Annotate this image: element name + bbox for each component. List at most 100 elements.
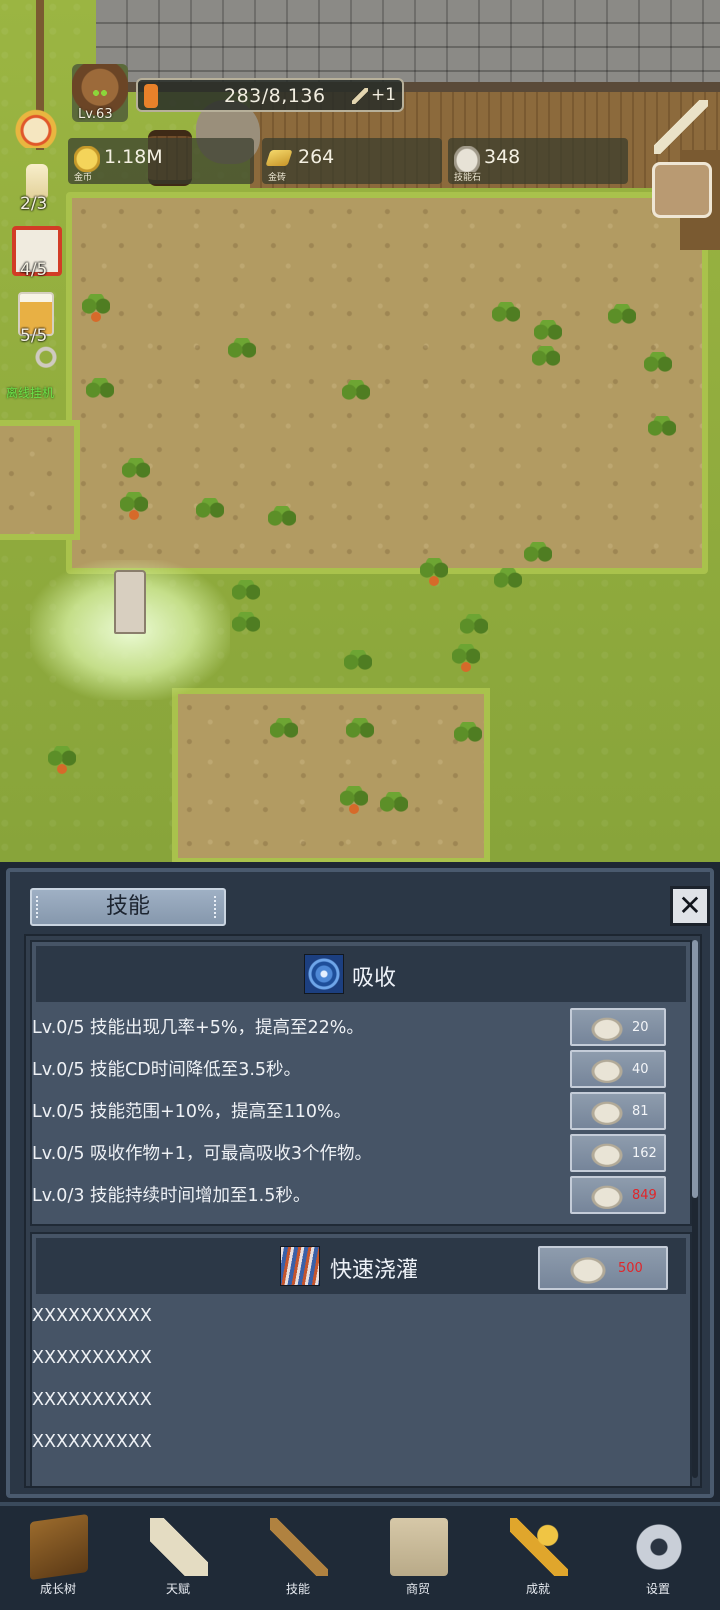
game-scene[interactable]: Lv.63 283/8,136 +1 1.18M 金币 264 金砖 348 技… — [0, 0, 720, 862]
skill-stone-icon — [588, 1141, 626, 1167]
crop-plant[interactable] — [228, 610, 264, 640]
nav-skill[interactable]: 技能 — [248, 1514, 348, 1606]
crop-plant[interactable] — [644, 414, 680, 444]
skill-stone-value: 348 — [484, 146, 521, 168]
bottom-nav: 成长树 天赋 技能 商贸 成就 设置 — [0, 1502, 720, 1610]
skill-card-absorb: 吸收 Lv.0/5 技能出现几率+5%，提高至22%。 20 Lv.0/5 技能… — [30, 940, 692, 1226]
beer-button[interactable]: 5/5 — [10, 290, 64, 346]
skill-stone-label: 技能石 — [454, 173, 482, 183]
nav-label: 设置 — [645, 1582, 670, 1596]
crop-plant[interactable] — [44, 744, 80, 774]
map-icon — [390, 1518, 448, 1576]
upgrade-description: XXXXXXXXXX — [32, 1432, 152, 1452]
upgrade-description: XXXXXXXXXX — [32, 1348, 152, 1368]
xp-bar-fill — [144, 84, 158, 108]
farm-field-left — [0, 420, 80, 540]
nav-achievement[interactable]: 成就 — [488, 1514, 588, 1606]
nav-growth-tree[interactable]: 成长树 — [8, 1513, 108, 1606]
nav-label: 商贸 — [405, 1582, 430, 1596]
treasure-chest-icon[interactable] — [652, 162, 712, 218]
crop-plant[interactable] — [456, 612, 492, 642]
crop-plant[interactable] — [450, 720, 486, 750]
crop-plant[interactable] — [224, 336, 260, 366]
water-stream-icon — [280, 1246, 320, 1286]
crop-plant[interactable] — [416, 556, 452, 586]
unlock-cost: 500 — [618, 1261, 643, 1276]
candle-icon — [26, 164, 48, 198]
upgrade-button[interactable]: 81 — [570, 1092, 666, 1130]
skill-panel: 技能 ✕ 吸收 Lv.0/5 技能出现几率+5%，提高至22%。 20 Lv.0… — [6, 868, 714, 1498]
beer-count: 5/5 — [20, 326, 48, 346]
crop-plant[interactable] — [266, 716, 302, 746]
scrollbar[interactable] — [692, 940, 698, 1478]
upgrade-button[interactable]: 20 — [570, 1008, 666, 1046]
upgrade-cost: 849 — [632, 1188, 657, 1203]
dice-button[interactable]: 4/5 — [10, 224, 64, 280]
panel-title: 技能 — [30, 888, 226, 926]
crop-plant[interactable] — [82, 376, 118, 406]
farm-field-lower[interactable] — [172, 688, 490, 862]
panel-header: 技能 ✕ — [24, 886, 710, 930]
crop-plant[interactable] — [78, 292, 114, 322]
nav-label: 成就 — [525, 1582, 550, 1596]
scrollbar-thumb[interactable] — [692, 940, 698, 1198]
dice-count: 4/5 — [20, 260, 48, 280]
crop-plant[interactable] — [338, 378, 374, 408]
upgrade-description: Lv.0/3 技能持续时间增加至1.5秒。 — [32, 1186, 311, 1206]
skill-card-quick-water: 快速浇灌 500 XXXXXXXXXX XXXXXXXXXX XXXXXXXXX… — [30, 1232, 692, 1486]
resource-gold: 1.18M 金币 — [68, 138, 254, 184]
upgrade-description: Lv.0/5 技能出现几率+5%，提高至22%。 — [32, 1018, 364, 1038]
upgrade-button[interactable]: 40 — [570, 1050, 666, 1088]
crop-plant[interactable] — [528, 344, 564, 374]
crop-plant[interactable] — [448, 642, 484, 672]
upgrade-cost: 20 — [632, 1020, 649, 1035]
close-x-icon: ✕ — [678, 889, 702, 922]
sword-icon — [270, 1518, 328, 1576]
nav-label: 天赋 — [165, 1582, 190, 1596]
player-level: Lv.63 — [78, 107, 113, 122]
player-character — [114, 570, 146, 634]
skill-header: 快速浇灌 500 — [36, 1238, 686, 1294]
crop-plant[interactable] — [488, 300, 524, 330]
crop-plant[interactable] — [116, 490, 152, 520]
upgrade-row: Lv.0/5 吸收作物+1，可最高吸收3个作物。 162 — [32, 1132, 692, 1174]
candle-count: 2/3 — [20, 194, 48, 214]
crop-plant[interactable] — [340, 648, 376, 678]
upgrade-cost: 81 — [632, 1104, 649, 1119]
crown-icon[interactable] — [14, 104, 58, 148]
crop-plant[interactable] — [228, 578, 264, 608]
upgrade-row: Lv.0/5 技能范围+10%，提高至110%。 81 — [32, 1090, 692, 1132]
skill-list[interactable]: 吸收 Lv.0/5 技能出现几率+5%，提高至22%。 20 Lv.0/5 技能… — [24, 934, 702, 1488]
upgrade-row: Lv.0/5 技能出现几率+5%，提高至22%。 20 — [32, 1006, 692, 1048]
crop-plant[interactable] — [640, 350, 676, 380]
farm-field[interactable] — [66, 192, 708, 574]
upgrade-button[interactable]: 849 — [570, 1176, 666, 1214]
upgrade-button[interactable]: 162 — [570, 1134, 666, 1172]
crop-plant[interactable] — [376, 790, 412, 820]
crop-plant[interactable] — [264, 504, 300, 534]
upgrade-cost: 40 — [632, 1062, 649, 1077]
crop-plant[interactable] — [118, 456, 154, 486]
skill-name: 快速浇灌 — [330, 1258, 419, 1283]
upgrade-description: Lv.0/5 技能范围+10%，提高至110%。 — [32, 1102, 352, 1122]
skill-stone-icon — [588, 1057, 626, 1083]
crop-plant[interactable] — [604, 302, 640, 332]
crop-plant[interactable] — [336, 784, 372, 814]
unlock-button[interactable]: 500 — [538, 1246, 668, 1290]
close-button[interactable]: ✕ — [670, 886, 710, 926]
sword-icon[interactable] — [654, 100, 708, 154]
key-icon — [30, 346, 62, 378]
idle-button[interactable]: 离线挂机 — [4, 344, 74, 406]
idle-label: 离线挂机 — [6, 386, 55, 400]
nav-settings[interactable]: 设置 — [608, 1514, 708, 1606]
nav-trade[interactable]: 商贸 — [368, 1514, 468, 1606]
crop-plant[interactable] — [192, 496, 228, 526]
xp-text: 283/8,136 — [224, 85, 326, 107]
crop-plant[interactable] — [342, 716, 378, 746]
swirl-vortex-icon — [304, 954, 344, 994]
upgrade-description: XXXXXXXXXX — [32, 1390, 152, 1410]
nav-talent[interactable]: 天赋 — [128, 1514, 228, 1606]
gold-brick-label: 金砖 — [268, 173, 287, 183]
crop-plant[interactable] — [490, 566, 526, 596]
candle-button[interactable]: 2/3 — [10, 158, 64, 214]
